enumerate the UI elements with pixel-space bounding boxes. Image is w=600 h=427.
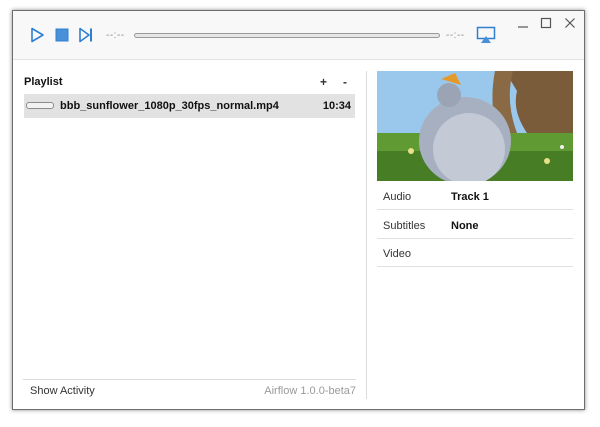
subtitles-label: Subtitles bbox=[383, 220, 426, 232]
version-label: Airflow 1.0.0-beta7 bbox=[264, 385, 356, 397]
subtitles-value[interactable]: None bbox=[451, 220, 479, 232]
seek-bar[interactable] bbox=[134, 33, 440, 38]
next-button[interactable] bbox=[78, 27, 94, 43]
playlist-item-progress bbox=[26, 102, 54, 109]
show-activity-link[interactable]: Show Activity bbox=[30, 385, 95, 397]
minimize-button[interactable] bbox=[512, 15, 534, 35]
playlist-item-name: bbb_sunflower_1080p_30fps_normal.mp4 bbox=[60, 100, 279, 112]
pane-divider bbox=[366, 71, 367, 399]
playlist-add-button[interactable]: + bbox=[320, 75, 327, 89]
minimize-icon bbox=[518, 26, 528, 28]
close-icon bbox=[565, 18, 575, 28]
audio-label: Audio bbox=[383, 191, 412, 203]
video-thumbnail-image bbox=[377, 71, 573, 181]
playlist-item-duration: 10:34 bbox=[322, 100, 351, 112]
playlist-item[interactable]: bbb_sunflower_1080p_30fps_normal.mp4 10:… bbox=[24, 94, 355, 118]
airplay-button[interactable] bbox=[476, 26, 496, 44]
footer-divider bbox=[23, 379, 356, 380]
maximize-button[interactable] bbox=[535, 15, 557, 35]
media-info-panel: Audio Track 1 Subtitles None Video bbox=[377, 71, 573, 401]
play-button[interactable] bbox=[29, 27, 45, 43]
stop-button[interactable] bbox=[54, 27, 70, 43]
subtitles-row: Subtitles None bbox=[377, 211, 573, 239]
close-button[interactable] bbox=[559, 15, 581, 35]
video-row: Video bbox=[377, 239, 573, 267]
playlist-title: Playlist bbox=[24, 76, 63, 88]
remaining-time: --:-- bbox=[446, 30, 465, 41]
audio-row: Audio Track 1 bbox=[377, 182, 573, 210]
video-label: Video bbox=[383, 248, 411, 260]
play-icon bbox=[31, 27, 44, 43]
video-thumbnail bbox=[377, 71, 573, 181]
playlist-remove-button[interactable]: - bbox=[343, 75, 347, 89]
player-toolbar: --:-- --:-- bbox=[13, 11, 584, 60]
stop-icon bbox=[55, 28, 69, 42]
maximize-icon bbox=[540, 17, 552, 29]
elapsed-time: --:-- bbox=[106, 30, 125, 41]
playlist-header: Playlist + - bbox=[23, 75, 356, 90]
app-window: --:-- --:-- Playlist + - bbb_sunflower_1… bbox=[12, 10, 585, 410]
playlist-panel: Playlist + - bbb_sunflower_1080p_30fps_n… bbox=[23, 71, 356, 401]
skip-next-icon bbox=[79, 27, 92, 43]
audio-track-value[interactable]: Track 1 bbox=[451, 191, 489, 203]
airplay-icon bbox=[476, 26, 496, 43]
